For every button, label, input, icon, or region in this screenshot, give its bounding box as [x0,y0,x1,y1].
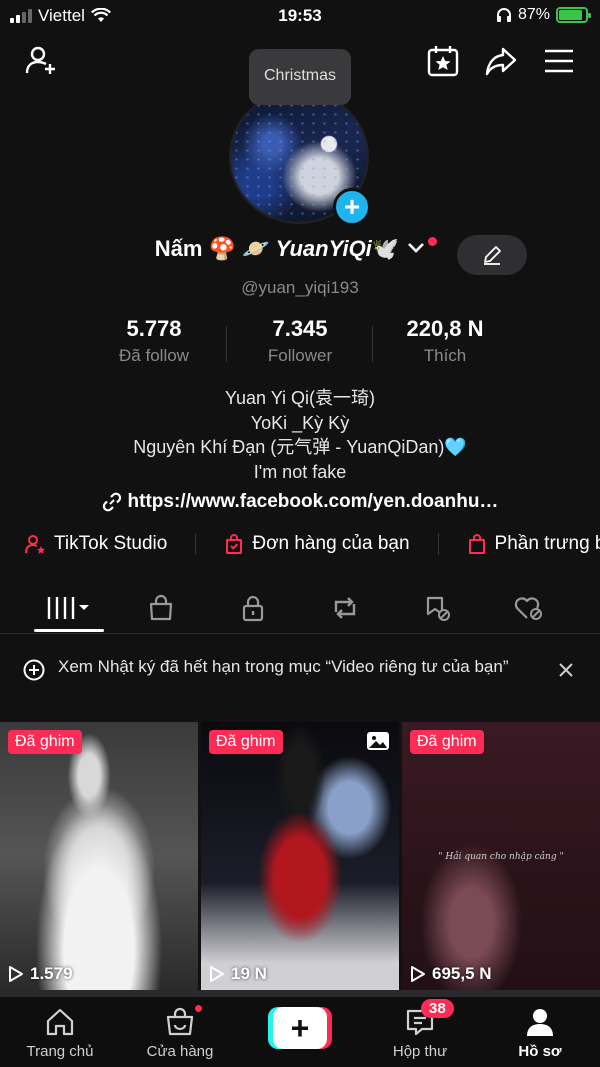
video-thumbnail[interactable]: Đã ghim 19 N [201,722,399,990]
liked-hidden-icon [514,597,542,620]
chevron-down-icon[interactable] [407,236,438,259]
active-tab-indicator [34,629,104,632]
add-story-button[interactable]: + [333,188,371,226]
divider [195,533,197,555]
username-handle: @yuan_yiqi193 [241,278,359,297]
tab-reposts[interactable] [310,586,380,630]
pencil-icon [484,246,501,265]
play-icon [411,966,425,982]
nav-inbox[interactable]: 38 Hộp thư [365,999,475,1060]
share-icon[interactable] [484,44,518,78]
view-count: 695,5 N [410,964,492,984]
view-count: 19 N [209,964,267,984]
headphones-icon [496,8,511,22]
studio-icon [25,535,45,554]
photo-mode-icon [367,732,389,750]
play-icon [9,966,23,982]
bio-link[interactable]: https://www.facebook.com/yen.doanhu… [0,491,600,513]
orders-button[interactable]: Đơn hàng của bạn [224,533,410,555]
video-caption-overlay: " Hải quan cho nhập cảng " [438,852,564,862]
add-circle-icon [23,659,45,681]
tab-liked[interactable] [494,586,564,630]
nav-home[interactable]: Trang chủ [5,1005,115,1060]
create-button[interactable]: + [268,1007,332,1049]
profile-tabs [0,586,600,634]
shop-icon [149,594,173,621]
profile-name[interactable]: Nấm 🍄 🪐 YuanYiQi🕊️ [155,236,399,262]
tab-private[interactable] [218,586,288,630]
edit-profile-button[interactable] [457,235,527,275]
tiktok-studio-button[interactable]: TikTok Studio [24,533,167,555]
menu-icon[interactable] [542,44,576,78]
notification-dot [193,1003,204,1014]
video-thumbnail[interactable]: Đã ghim 1.579 [0,722,198,990]
nav-profile[interactable]: Hồ sơ [485,1005,595,1060]
video-thumbnail[interactable]: Đã ghim " Hải quan cho nhập cảng " 695,5… [402,722,600,990]
pinned-badge: Đã ghim [410,730,484,754]
calendar-star-icon[interactable] [426,44,460,78]
view-count: 1.579 [8,964,73,984]
profile-icon [527,1009,553,1036]
showcase-button[interactable]: Phần trưng bày [467,533,600,555]
notice-text: Xem Nhật ký đã hết hạn trong mục “Video … [58,657,509,676]
video-grid: Đã ghim 1.579 Đã ghim 19 N Đã ghim " Hải… [0,722,600,997]
tab-videos[interactable] [34,586,104,630]
expired-notice-banner[interactable]: Xem Nhật ký đã hết hạn trong mục “Video … [22,654,582,704]
stat-likes[interactable]: 220,8 N Thích [370,316,520,366]
pinned-badge: Đã ghim [209,730,283,754]
tab-saved[interactable] [402,586,472,630]
tab-shop[interactable] [126,586,196,630]
showcase-bag-icon [468,534,485,554]
notification-dot [428,236,438,246]
profile-bio: Yuan Yi Qi(袁一琦) YoKi _Kỳ Kỳ Nguyên Khí Đ… [133,388,467,482]
shop-bag-icon [166,1007,194,1036]
battery-icon [556,7,591,23]
lock-icon [242,595,264,622]
nav-shop[interactable]: Cửa hàng [125,1003,235,1060]
add-friend-icon[interactable] [24,44,58,78]
link-icon [102,492,121,512]
stat-followers[interactable]: 7.345 Follower [225,316,375,366]
status-bar: Viettel 19:53 87% [0,0,600,32]
battery-percent: 87% [517,6,550,23]
divider [437,533,439,555]
christmas-tooltip: Christmas [249,49,351,105]
stat-following[interactable]: 5.778 Đã follow [79,316,229,366]
order-bag-icon [226,534,243,554]
videos-grid-icon [47,597,89,619]
home-icon [46,1008,74,1036]
play-icon [210,966,224,982]
profile-shortcuts: TikTok Studio Đơn hàng của bạn Phần trưn… [24,533,600,555]
close-icon[interactable] [558,662,574,678]
saved-hidden-icon [426,596,450,621]
inbox-badge: 38 [421,999,454,1018]
create-plus-icon: + [273,1007,327,1049]
bottom-navigation: Trang chủ Cửa hàng + 38 Hộp thư Hồ sơ [0,997,600,1067]
pinned-badge: Đã ghim [8,730,82,754]
repost-icon [334,597,356,619]
